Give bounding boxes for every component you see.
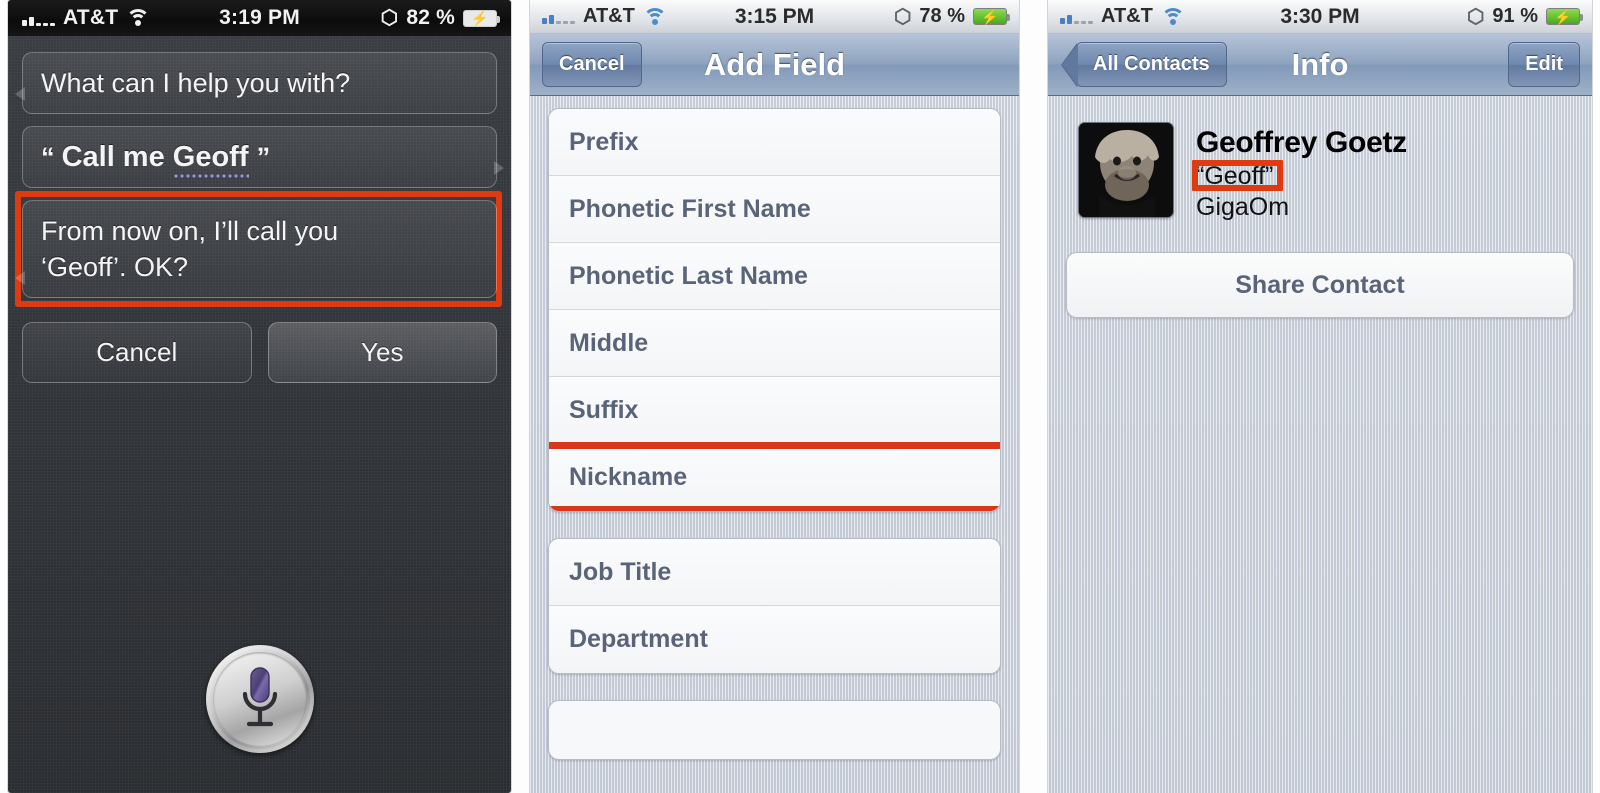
contact-text-block: Geoffrey Goetz “Geoff” GigaOm — [1191, 122, 1407, 222]
cancel-button[interactable]: Cancel — [542, 42, 642, 87]
add-field-nav-bar: Cancel Add Field — [530, 34, 1019, 96]
info-status-bar: AT&T 3:30 PM ⬡ 91 % ⚡ — [1048, 0, 1592, 34]
field-group-partial — [548, 700, 1001, 760]
bluetooth-icon: ⬡ — [893, 5, 912, 28]
share-contact-button[interactable]: Share Contact — [1066, 252, 1574, 318]
list-item[interactable]: Job Title — [549, 539, 1000, 606]
list-item-nickname[interactable]: Nickname — [549, 442, 1000, 511]
battery-charging-icon: ⚡ — [1546, 8, 1583, 25]
list-item[interactable]: Suffix — [549, 377, 1000, 444]
bluetooth-icon: ⬡ — [1466, 5, 1485, 28]
siri-mic-area — [8, 645, 511, 753]
siri-response-line-2: ‘Geoff’. OK? — [41, 252, 189, 282]
signal-strength-icon — [22, 11, 55, 26]
contact-name: Geoffrey Goetz — [1196, 126, 1407, 159]
carrier-label: AT&T — [1101, 5, 1153, 27]
wifi-icon — [126, 9, 151, 27]
signal-strength-icon — [1060, 9, 1093, 24]
field-group-work: Job Title Department — [548, 538, 1001, 674]
list-item-label: Job Title — [569, 557, 672, 586]
contact-organization: GigaOm — [1196, 193, 1290, 221]
yes-button[interactable]: Yes — [267, 322, 497, 383]
battery-charging-icon: ⚡ — [463, 9, 501, 27]
edit-button[interactable]: Edit — [1508, 42, 1580, 87]
screenshot-stage: AT&T 3:19 PM ⬡ 82 % ⚡ What can I help yo… — [0, 0, 1600, 793]
microphone-icon[interactable] — [205, 645, 314, 753]
add-field-phone-panel: AT&T 3:15 PM ⬡ 78 % ⚡ Cancel Add Field P… — [530, 0, 1019, 793]
list-item[interactable]: Middle — [549, 310, 1000, 377]
carrier-label: AT&T — [583, 5, 635, 27]
carrier-label: AT&T — [63, 6, 119, 29]
open-quote-icon: “ — [41, 142, 54, 172]
wifi-icon — [1160, 7, 1185, 26]
bluetooth-icon: ⬡ — [380, 7, 399, 29]
siri-status-bar: AT&T 3:19 PM ⬡ 82 % ⚡ — [8, 0, 511, 36]
wifi-icon — [642, 7, 667, 26]
siri-response-highlight: From now on, I’ll call you ‘Geoff’. OK? — [15, 191, 502, 307]
siri-conversation: What can I help you with? “ Call me Geof… — [8, 36, 511, 793]
siri-phone-panel: AT&T 3:19 PM ⬡ 82 % ⚡ What can I help yo… — [8, 0, 511, 793]
list-item-label: Suffix — [569, 395, 639, 424]
list-item[interactable]: Phonetic Last Name — [549, 243, 1000, 310]
list-item-label: Phonetic First Name — [569, 194, 811, 223]
list-item-label: Prefix — [569, 127, 639, 156]
contact-info-body: Geoffrey Goetz “Geoff” GigaOm Share Cont… — [1048, 96, 1592, 793]
list-item-label: Department — [569, 625, 708, 653]
siri-response-line-1: From now on, I’ll call you — [41, 216, 339, 246]
siri-prompt-text: What can I help you with? — [41, 68, 351, 98]
battery-percent-label: 91 % — [1492, 5, 1538, 27]
siri-confirm-buttons: Cancel Yes — [22, 322, 497, 383]
add-field-status-bar: AT&T 3:15 PM ⬡ 78 % ⚡ — [530, 0, 1019, 34]
battery-percent-label: 82 % — [406, 6, 456, 29]
contact-info-phone-panel: AT&T 3:30 PM ⬡ 91 % ⚡ All Contacts Info … — [1048, 0, 1592, 793]
siri-bubble-user-utterance: “ Call me Geoff ” — [22, 126, 504, 188]
contact-header: Geoffrey Goetz “Geoff” GigaOm — [1048, 108, 1592, 230]
add-field-list: Prefix Phonetic First Name Phonetic Last… — [530, 96, 1019, 793]
battery-percent-label: 78 % — [919, 5, 965, 27]
close-quote-icon: ” — [256, 142, 270, 172]
user-utterance-text: Call me — [61, 141, 173, 173]
list-item[interactable]: Prefix — [549, 109, 1000, 176]
list-item-label: Phonetic Last Name — [569, 261, 808, 290]
siri-bubble-response: From now on, I’ll call you ‘Geoff’. OK? — [15, 200, 497, 298]
user-utterance-keyword[interactable]: Geoff — [173, 141, 249, 173]
contact-photo[interactable] — [1078, 122, 1174, 218]
clock-label: 3:19 PM — [219, 6, 300, 29]
signal-strength-icon — [542, 9, 575, 24]
battery-charging-icon: ⚡ — [973, 8, 1010, 25]
back-button-all-contacts[interactable]: All Contacts — [1076, 42, 1227, 87]
field-group-name: Prefix Phonetic First Name Phonetic Last… — [548, 108, 1001, 512]
list-item[interactable]: Department — [549, 606, 1000, 673]
list-item-label: Nickname — [569, 463, 688, 491]
info-nav-bar: All Contacts Info Edit — [1048, 34, 1592, 96]
list-item[interactable]: Phonetic First Name — [549, 176, 1000, 243]
contact-nickname: “Geoff” — [1191, 160, 1284, 191]
cancel-button[interactable]: Cancel — [22, 322, 252, 383]
clock-label: 3:15 PM — [734, 4, 815, 28]
list-item-label: Middle — [569, 328, 649, 357]
siri-bubble-prompt: What can I help you with? — [15, 52, 497, 114]
clock-label: 3:30 PM — [1280, 4, 1360, 28]
